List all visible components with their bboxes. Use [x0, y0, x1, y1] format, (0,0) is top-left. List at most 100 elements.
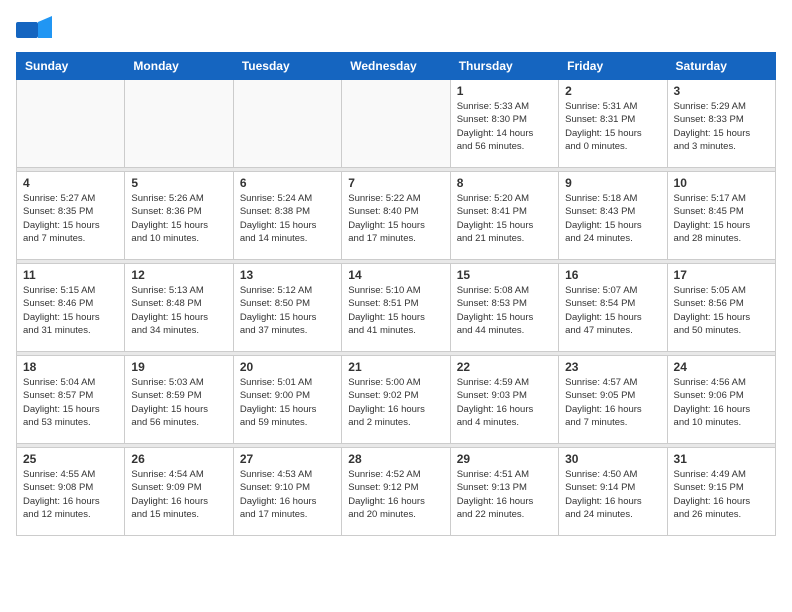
day-info: Sunrise: 4:51 AM Sunset: 9:13 PM Dayligh… [457, 468, 552, 521]
calendar-cell: 21 Sunrise: 5:00 AM Sunset: 9:02 PM Dayli… [342, 356, 450, 444]
day-number: 29 [457, 452, 552, 466]
day-number: 1 [457, 84, 552, 98]
logo [16, 16, 56, 44]
weekday-header-saturday: Saturday [667, 53, 775, 80]
calendar-week-2: 4 Sunrise: 5:27 AM Sunset: 8:35 PM Daylig… [17, 172, 776, 260]
day-info: Sunrise: 5:22 AM Sunset: 8:40 PM Dayligh… [348, 192, 443, 245]
day-info: Sunrise: 5:17 AM Sunset: 8:45 PM Dayligh… [674, 192, 769, 245]
day-number: 3 [674, 84, 769, 98]
day-number: 16 [565, 268, 660, 282]
calendar-cell: 1Sunrise: 5:33 AM Sunset: 8:30 PM Daylig… [450, 80, 558, 168]
calendar-cell: 28Sunrise: 4:52 AM Sunset: 9:12 PM Dayli… [342, 448, 450, 536]
day-info: Sunrise: 5:18 AM Sunset: 8:43 PM Dayligh… [565, 192, 660, 245]
day-info: Sunrise: 4:54 AM Sunset: 9:09 PM Dayligh… [131, 468, 226, 521]
day-number: 2 [565, 84, 660, 98]
calendar-cell: 8Sunrise: 5:20 AM Sunset: 8:41 PM Daylig… [450, 172, 558, 260]
day-number: 23 [565, 360, 660, 374]
calendar-cell: 12 Sunrise: 5:13 AM Sunset: 8:48 PM Dayli… [125, 264, 233, 352]
day-number: 12 [131, 268, 226, 282]
day-number: 22 [457, 360, 552, 374]
day-number: 6 [240, 176, 335, 190]
day-number: 25 [23, 452, 118, 466]
day-info: Sunrise: 5:13 AM Sunset: 8:48 PM Dayligh… [131, 284, 226, 337]
calendar-cell: 30 Sunrise: 4:50 AM Sunset: 9:14 PM Dayli… [559, 448, 667, 536]
day-info: Sunrise: 4:49 AM Sunset: 9:15 PM Dayligh… [674, 468, 769, 521]
calendar: SundayMondayTuesdayWednesdayThursdayFrid… [16, 52, 776, 536]
calendar-cell: 25 Sunrise: 4:55 AM Sunset: 9:08 PM Dayli… [17, 448, 125, 536]
day-info: Sunrise: 5:10 AM Sunset: 8:51 PM Dayligh… [348, 284, 443, 337]
day-info: Sunrise: 5:31 AM Sunset: 8:31 PM Dayligh… [565, 100, 660, 153]
calendar-cell: 20 Sunrise: 5:01 AM Sunset: 9:00 PM Dayli… [233, 356, 341, 444]
calendar-week-3: 11Sunrise: 5:15 AM Sunset: 8:46 PM Dayli… [17, 264, 776, 352]
calendar-cell: 27Sunrise: 4:53 AM Sunset: 9:10 PM Dayli… [233, 448, 341, 536]
calendar-week-4: 18 Sunrise: 5:04 AM Sunset: 8:57 PM Dayli… [17, 356, 776, 444]
day-info: Sunrise: 4:50 AM Sunset: 9:14 PM Dayligh… [565, 468, 660, 521]
calendar-cell: 11Sunrise: 5:15 AM Sunset: 8:46 PM Dayli… [17, 264, 125, 352]
day-number: 24 [674, 360, 769, 374]
day-info: Sunrise: 4:56 AM Sunset: 9:06 PM Dayligh… [674, 376, 769, 429]
day-number: 7 [348, 176, 443, 190]
day-info: Sunrise: 5:00 AM Sunset: 9:02 PM Dayligh… [348, 376, 443, 429]
day-info: Sunrise: 5:07 AM Sunset: 8:54 PM Dayligh… [565, 284, 660, 337]
calendar-cell [17, 80, 125, 168]
day-number: 14 [348, 268, 443, 282]
calendar-cell: 15Sunrise: 5:08 AM Sunset: 8:53 PM Dayli… [450, 264, 558, 352]
weekday-header-tuesday: Tuesday [233, 53, 341, 80]
calendar-cell: 13 Sunrise: 5:12 AM Sunset: 8:50 PM Dayli… [233, 264, 341, 352]
day-number: 30 [565, 452, 660, 466]
calendar-cell: 23Sunrise: 4:57 AM Sunset: 9:05 PM Dayli… [559, 356, 667, 444]
day-info: Sunrise: 4:59 AM Sunset: 9:03 PM Dayligh… [457, 376, 552, 429]
day-info: Sunrise: 5:03 AM Sunset: 8:59 PM Dayligh… [131, 376, 226, 429]
page-header [16, 16, 776, 44]
calendar-cell: 17 Sunrise: 5:05 AM Sunset: 8:56 PM Dayli… [667, 264, 775, 352]
day-info: Sunrise: 5:26 AM Sunset: 8:36 PM Dayligh… [131, 192, 226, 245]
day-info: Sunrise: 5:04 AM Sunset: 8:57 PM Dayligh… [23, 376, 118, 429]
day-info: Sunrise: 5:15 AM Sunset: 8:46 PM Dayligh… [23, 284, 118, 337]
day-info: Sunrise: 5:29 AM Sunset: 8:33 PM Dayligh… [674, 100, 769, 153]
calendar-cell: 18 Sunrise: 5:04 AM Sunset: 8:57 PM Dayli… [17, 356, 125, 444]
day-info: Sunrise: 5:01 AM Sunset: 9:00 PM Dayligh… [240, 376, 335, 429]
calendar-cell: 6 Sunrise: 5:24 AM Sunset: 8:38 PM Daylig… [233, 172, 341, 260]
day-info: Sunrise: 5:27 AM Sunset: 8:35 PM Dayligh… [23, 192, 118, 245]
day-info: Sunrise: 4:53 AM Sunset: 9:10 PM Dayligh… [240, 468, 335, 521]
day-number: 5 [131, 176, 226, 190]
calendar-cell: 9Sunrise: 5:18 AM Sunset: 8:43 PM Daylig… [559, 172, 667, 260]
calendar-cell: 16 Sunrise: 5:07 AM Sunset: 8:54 PM Dayli… [559, 264, 667, 352]
weekday-header: SundayMondayTuesdayWednesdayThursdayFrid… [17, 53, 776, 80]
logo-icon [16, 16, 52, 44]
day-number: 19 [131, 360, 226, 374]
day-number: 28 [348, 452, 443, 466]
day-number: 4 [23, 176, 118, 190]
day-number: 13 [240, 268, 335, 282]
day-info: Sunrise: 5:24 AM Sunset: 8:38 PM Dayligh… [240, 192, 335, 245]
calendar-cell [125, 80, 233, 168]
weekday-header-sunday: Sunday [17, 53, 125, 80]
calendar-cell: 31 Sunrise: 4:49 AM Sunset: 9:15 PM Dayli… [667, 448, 775, 536]
calendar-cell: 5 Sunrise: 5:26 AM Sunset: 8:36 PM Daylig… [125, 172, 233, 260]
calendar-cell [342, 80, 450, 168]
weekday-header-friday: Friday [559, 53, 667, 80]
calendar-cell: 2 Sunrise: 5:31 AM Sunset: 8:31 PM Daylig… [559, 80, 667, 168]
day-number: 26 [131, 452, 226, 466]
day-info: Sunrise: 5:12 AM Sunset: 8:50 PM Dayligh… [240, 284, 335, 337]
day-number: 21 [348, 360, 443, 374]
calendar-cell: 7 Sunrise: 5:22 AM Sunset: 8:40 PM Daylig… [342, 172, 450, 260]
weekday-header-thursday: Thursday [450, 53, 558, 80]
day-number: 8 [457, 176, 552, 190]
calendar-cell: 22 Sunrise: 4:59 AM Sunset: 9:03 PM Dayli… [450, 356, 558, 444]
day-number: 10 [674, 176, 769, 190]
weekday-header-monday: Monday [125, 53, 233, 80]
calendar-cell: 14 Sunrise: 5:10 AM Sunset: 8:51 PM Dayli… [342, 264, 450, 352]
day-info: Sunrise: 4:55 AM Sunset: 9:08 PM Dayligh… [23, 468, 118, 521]
calendar-cell: 26 Sunrise: 4:54 AM Sunset: 9:09 PM Dayli… [125, 448, 233, 536]
day-number: 17 [674, 268, 769, 282]
calendar-body: 1Sunrise: 5:33 AM Sunset: 8:30 PM Daylig… [17, 80, 776, 536]
calendar-cell: 4 Sunrise: 5:27 AM Sunset: 8:35 PM Daylig… [17, 172, 125, 260]
day-info: Sunrise: 5:05 AM Sunset: 8:56 PM Dayligh… [674, 284, 769, 337]
day-number: 31 [674, 452, 769, 466]
day-number: 18 [23, 360, 118, 374]
calendar-week-1: 1Sunrise: 5:33 AM Sunset: 8:30 PM Daylig… [17, 80, 776, 168]
day-number: 20 [240, 360, 335, 374]
calendar-cell: 19 Sunrise: 5:03 AM Sunset: 8:59 PM Dayli… [125, 356, 233, 444]
calendar-cell: 3 Sunrise: 5:29 AM Sunset: 8:33 PM Daylig… [667, 80, 775, 168]
